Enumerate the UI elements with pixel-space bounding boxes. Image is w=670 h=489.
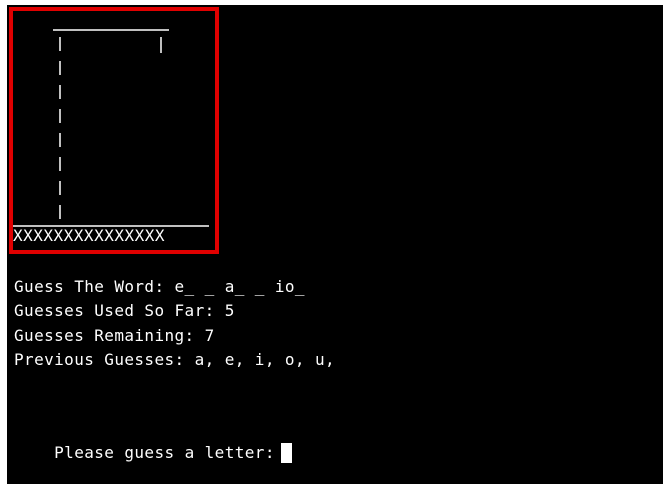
text-cursor[interactable] — [280, 443, 292, 463]
input-prompt-label: Please guess a letter: — [54, 443, 275, 462]
previous-guesses-line: Previous Guesses: a, e, i, o, u, — [14, 350, 336, 369]
guesses-used-line: Guesses Used So Far: 5 — [14, 301, 235, 320]
input-prompt-row[interactable]: Please guess a letter: — [14, 423, 292, 483]
terminal-window: XXXXXXXXXXXXXXX Guess The Word: e_ _ a_ … — [7, 5, 663, 484]
highlight-annotation-box — [9, 7, 219, 254]
guesses-remaining-line: Guesses Remaining: 7 — [14, 326, 215, 345]
guess-word-line: Guess The Word: e_ _ a_ _ io_ — [14, 277, 305, 296]
